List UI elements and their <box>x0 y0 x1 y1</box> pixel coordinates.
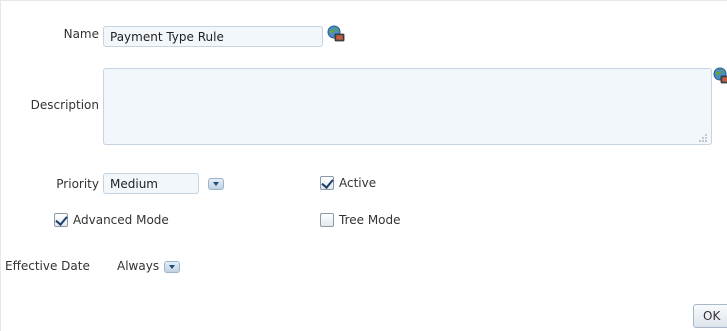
tree-mode-label: Tree Mode <box>339 213 401 227</box>
priority-label: Priority <box>56 177 99 191</box>
translate-globe-icon[interactable] <box>713 67 727 85</box>
description-field[interactable] <box>103 68 712 145</box>
effective-date-label: Effective Date <box>5 259 90 273</box>
name-field[interactable]: Payment Type Rule <box>103 26 323 47</box>
rule-dialog: Name Payment Type Rule Description Prior… <box>0 0 727 331</box>
priority-select[interactable]: Medium <box>103 173 199 194</box>
ok-button[interactable]: OK <box>693 304 727 328</box>
chevron-down-icon[interactable] <box>208 178 224 190</box>
effective-date-value[interactable]: Always <box>117 258 159 274</box>
translate-globe-icon[interactable] <box>327 25 345 43</box>
active-checkbox[interactable] <box>320 176 334 190</box>
tree-mode-checkbox[interactable] <box>320 213 334 227</box>
advanced-mode-label: Advanced Mode <box>73 213 169 227</box>
resize-grip-icon[interactable] <box>698 132 708 142</box>
chevron-down-icon[interactable] <box>164 261 180 273</box>
description-label: Description <box>30 98 99 112</box>
name-label: Name <box>63 27 99 41</box>
advanced-mode-checkbox[interactable] <box>54 213 68 227</box>
active-label: Active <box>339 176 377 190</box>
